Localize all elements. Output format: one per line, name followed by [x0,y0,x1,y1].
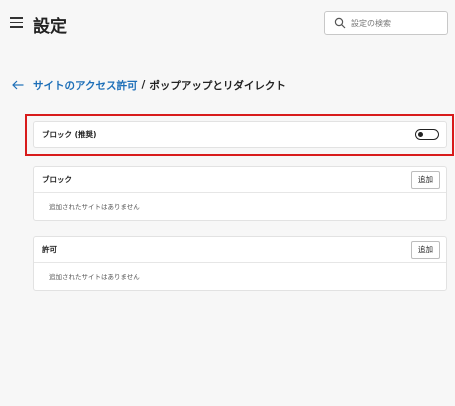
block-list-header: ブロック 追加 [34,167,446,192]
block-empty-message: 追加されたサイトはありません [49,203,140,211]
allow-list-header: 許可 追加 [34,237,446,262]
search-icon [334,17,346,29]
search-box[interactable] [324,11,448,35]
header: 設定 [0,0,455,48]
breadcrumb: サイトのアクセス許可 / ポップアップとリダイレクト [12,76,286,94]
search-input[interactable] [351,15,445,31]
block-list-title: ブロック [42,175,72,184]
breadcrumb-parent-link[interactable]: サイトのアクセス許可 [33,78,137,93]
breadcrumb-separator: / [141,79,146,91]
highlight-box [25,114,454,156]
allow-list-title: 許可 [42,245,57,254]
back-arrow-icon[interactable] [12,80,24,90]
allow-add-button[interactable]: 追加 [411,241,440,259]
hamburger-menu-icon[interactable] [10,17,23,28]
breadcrumb-current: ポップアップとリダイレクト [149,79,286,92]
block-add-button[interactable]: 追加 [411,171,440,189]
allow-empty-message: 追加されたサイトはありません [49,273,140,281]
page-title: 設定 [33,17,67,37]
block-list-card: ブロック 追加 追加されたサイトはありません [33,166,447,221]
allow-list-card: 許可 追加 追加されたサイトはありません [33,236,447,291]
